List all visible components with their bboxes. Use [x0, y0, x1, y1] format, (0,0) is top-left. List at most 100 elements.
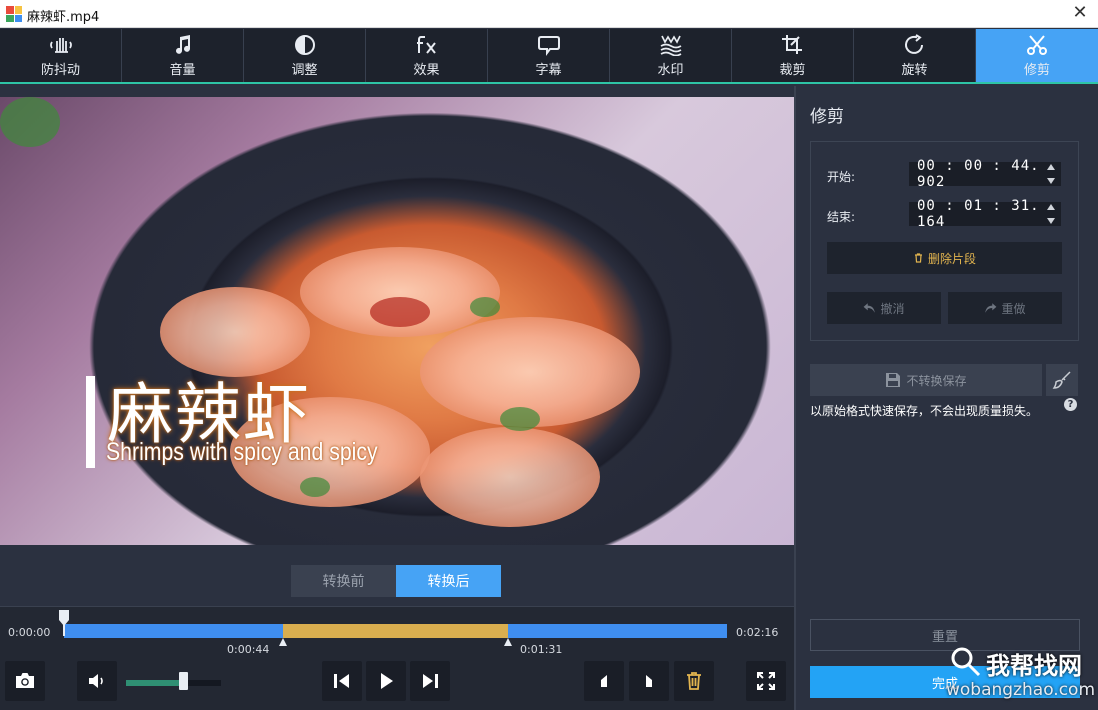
fx-icon [416, 35, 436, 54]
title-bar: 麻辣虾.mp4 ✕ [0, 0, 1098, 28]
done-button[interactable]: 完成 [810, 666, 1080, 698]
tab-trim[interactable]: 修剪 [976, 29, 1098, 82]
tab-stabilize[interactable]: 防抖动 [0, 29, 122, 82]
prev-frame-button[interactable] [322, 661, 362, 701]
panel-title: 修剪 [810, 107, 844, 127]
floppy-disk-icon [886, 373, 901, 387]
tab-watermark[interactable]: 水印 [610, 29, 732, 82]
fullscreen-button[interactable] [746, 661, 786, 701]
step-back-icon [334, 674, 349, 688]
spin-up-icon[interactable] [1047, 164, 1055, 170]
speaker-icon [89, 674, 103, 688]
herb-blur [500, 407, 540, 431]
start-time-stepper[interactable] [1047, 164, 1057, 184]
shrimp-blur [420, 427, 600, 527]
end-time-stepper[interactable] [1047, 204, 1057, 224]
play-button[interactable] [366, 661, 406, 701]
timeline-start-time: 0:00:00 [8, 626, 51, 639]
brush-icon [1052, 371, 1071, 389]
start-time-input[interactable]: 00 : 00 : 44. 902 [909, 158, 1061, 190]
undo-button[interactable]: 撤消 [827, 292, 941, 324]
fullscreen-icon [757, 672, 775, 690]
spin-down-icon[interactable] [1047, 178, 1055, 184]
chili-blur [370, 297, 430, 327]
app-logo-icon [6, 6, 22, 22]
tab-label: 防抖动 [40, 62, 80, 78]
contrast-icon [294, 34, 315, 55]
scissors-icon [1027, 34, 1047, 55]
trim-end-label: 0:01:31 [520, 643, 563, 656]
trim-end-handle[interactable] [504, 638, 513, 646]
start-label: 开始: [827, 170, 856, 184]
set-end-button[interactable] [629, 661, 669, 701]
mark-in-icon [601, 675, 607, 687]
trash-icon [914, 253, 922, 263]
delete-segment-panel-button[interactable]: 删除片段 [827, 242, 1062, 274]
timeline: 0:00:00 0:02:16 0:00:44 0:01:31 [0, 606, 794, 656]
video-preview[interactable]: 麻辣虾 Shrimps with spicy and spicy [0, 97, 794, 545]
undo-icon [864, 303, 876, 313]
speech-bubble-icon [537, 35, 560, 56]
redo-label: 重做 [1001, 301, 1026, 316]
save-without-convert-button[interactable]: 不转换保存 [810, 364, 1042, 396]
mute-button[interactable] [77, 661, 117, 701]
play-icon [381, 673, 393, 689]
tab-adjust[interactable]: 调整 [244, 29, 366, 82]
tab-label: 字幕 [535, 62, 562, 78]
end-label: 结束: [827, 210, 856, 224]
trash-icon [687, 672, 701, 690]
reset-button[interactable]: 重置 [810, 619, 1080, 651]
start-time-value: 00 : 00 : 44. 902 [917, 158, 1040, 190]
trim-selection[interactable] [282, 624, 509, 638]
undo-label: 撤消 [880, 301, 905, 316]
tab-label: 裁剪 [779, 62, 806, 78]
tab-crop[interactable]: 裁剪 [732, 29, 854, 82]
volume-handle[interactable] [179, 672, 188, 690]
trim-start-handle[interactable] [278, 638, 287, 646]
close-icon[interactable]: ✕ [1070, 3, 1090, 23]
help-icon[interactable]: ? [1064, 398, 1077, 411]
crop-icon [781, 34, 802, 54]
tab-label: 修剪 [1023, 62, 1050, 78]
after-button[interactable]: 转换后 [396, 565, 501, 597]
spin-up-icon[interactable] [1047, 204, 1055, 210]
edit-toolbar: 防抖动 音量 调整 效果 字幕 水印 裁剪 旋转 修剪 [0, 29, 1098, 84]
redo-button[interactable]: 重做 [948, 292, 1062, 324]
delete-segment-button[interactable] [674, 661, 714, 701]
tab-effects[interactable]: 效果 [366, 29, 488, 82]
trim-settings-box: 开始: 00 : 00 : 44. 902 结束: 00 : 01 : 31. … [810, 141, 1079, 341]
snapshot-button[interactable] [5, 661, 45, 701]
herb-blur [0, 97, 60, 147]
step-forward-icon [423, 674, 438, 688]
end-time-input[interactable]: 00 : 01 : 31. 164 [909, 198, 1061, 230]
tab-rotate[interactable]: 旋转 [854, 29, 976, 82]
music-note-icon [175, 34, 190, 54]
herb-blur [300, 477, 330, 497]
tab-volume[interactable]: 音量 [122, 29, 244, 82]
playback-controls [0, 656, 794, 710]
window-title: 麻辣虾.mp4 [27, 10, 100, 25]
compare-toggle: 转换前 转换后 [291, 565, 501, 597]
volume-fill [126, 680, 183, 686]
trim-start-label: 0:00:44 [227, 643, 270, 656]
before-button[interactable]: 转换前 [291, 565, 396, 597]
clean-button[interactable] [1046, 364, 1078, 396]
tab-label: 旋转 [901, 62, 928, 78]
tab-label: 水印 [657, 62, 684, 78]
next-frame-button[interactable] [410, 661, 450, 701]
trim-side-panel: 修剪 开始: 00 : 00 : 44. 902 结束: 00 : 01 : 3… [796, 86, 1098, 710]
set-start-button[interactable] [584, 661, 624, 701]
tab-label: 调整 [291, 62, 318, 78]
tab-label: 音量 [169, 62, 196, 78]
caption-subtitle: Shrimps with spicy and spicy [106, 438, 378, 466]
tab-subtitle[interactable]: 字幕 [488, 29, 610, 82]
save-description: 以原始格式快速保存，不会出现质量损失。 [810, 404, 1039, 418]
camera-icon [16, 673, 34, 688]
hand-stabilize-icon [49, 37, 72, 53]
end-time-value: 00 : 01 : 31. 164 [917, 198, 1040, 230]
save-label: 不转换保存 [906, 373, 967, 388]
playhead-handle[interactable] [59, 610, 69, 636]
spin-down-icon[interactable] [1047, 218, 1055, 224]
redo-icon [985, 303, 997, 313]
mark-out-icon [646, 675, 652, 687]
